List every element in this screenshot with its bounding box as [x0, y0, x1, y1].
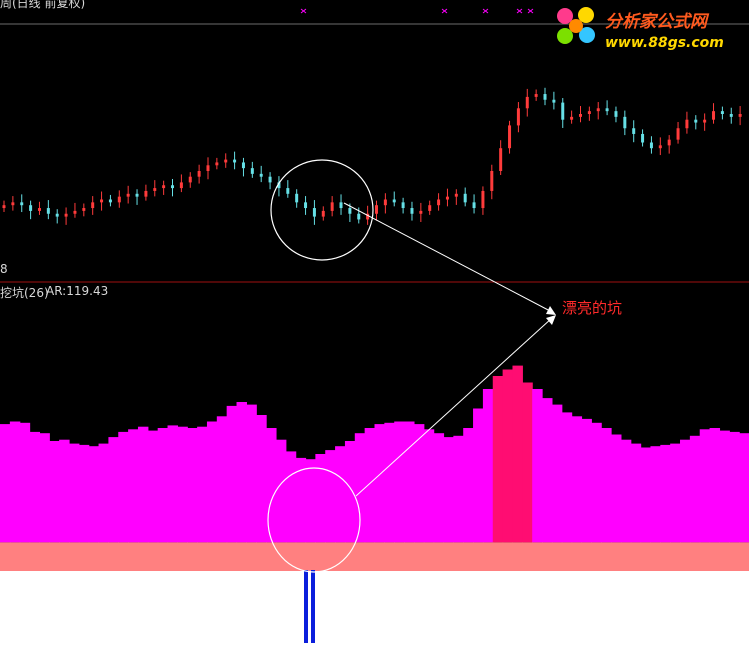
ar-bar: [561, 412, 573, 571]
indicator-value: AR:119.43: [46, 284, 109, 298]
ar-bar: [739, 433, 749, 571]
ar-bar: [443, 437, 454, 571]
ar-bar: [522, 382, 533, 571]
ar-bar: [88, 446, 100, 571]
ar-bar: [315, 454, 326, 571]
ar-bar: [0, 424, 11, 571]
ar-bar: [118, 431, 129, 571]
ar-bar: [108, 437, 119, 571]
ar-bar: [699, 429, 711, 571]
ar-bar: [68, 443, 80, 571]
ar-bar: [413, 424, 425, 571]
ar-bar: [177, 426, 188, 571]
ar-bar: [305, 459, 316, 571]
ar-bar: [285, 451, 297, 571]
ar-bar: [206, 421, 218, 571]
ar-bar: [512, 365, 523, 571]
ar-bar: [137, 426, 149, 571]
ar-bar: [325, 450, 336, 571]
ar-bar: [581, 418, 592, 571]
ar-bar: [482, 389, 494, 571]
ar-bar: [650, 446, 661, 571]
ar-bar: [660, 444, 671, 571]
price-axis-value: 8: [0, 262, 8, 276]
ar-bar: [689, 435, 701, 571]
ar-bar: [29, 431, 41, 571]
ar-bar: [394, 421, 405, 571]
ar-bar: [59, 439, 70, 571]
ar-bar: [571, 416, 583, 571]
ar-bar: [295, 457, 307, 571]
ar-bar: [463, 428, 474, 571]
ar-bar: [591, 422, 602, 571]
ar-bar: [719, 430, 730, 571]
ar-bar: [502, 369, 514, 571]
ar-bar: [374, 424, 385, 571]
signal-bar-left: [304, 570, 308, 643]
ar-bar: [630, 443, 642, 571]
ar-bar: [551, 404, 563, 571]
ar-bar: [167, 425, 178, 571]
indicator-base-band: [0, 571, 749, 647]
annotation-label: 漂亮的坑: [562, 299, 623, 317]
ar-bar: [39, 433, 50, 571]
ar-bar: [49, 441, 60, 571]
ar-bar: [492, 376, 504, 571]
ar-bar: [729, 431, 740, 571]
logo-title: 分析家公式网: [605, 12, 707, 32]
ar-bar: [187, 428, 198, 571]
ar-bar: [9, 421, 21, 571]
ar-bar: [709, 428, 721, 571]
ar-bar: [98, 443, 110, 571]
ar-bar: [423, 429, 435, 571]
ar-bar: [157, 428, 169, 571]
ar-bar: [216, 416, 228, 571]
ar-bar: [197, 426, 208, 571]
ar-bar: [19, 422, 31, 571]
ar-bar: [601, 428, 612, 571]
ar-bar: [680, 439, 691, 571]
ar-bar: [256, 415, 267, 571]
stock-chart: [0, 0, 749, 647]
ar-bar: [354, 433, 366, 571]
ar-bar: [620, 439, 632, 571]
indicator-name: 挖坑(26): [0, 286, 49, 300]
ar-bar: [532, 389, 543, 571]
ar-bar: [78, 444, 90, 571]
chart-title: 周(日线 前复权): [0, 0, 86, 10]
ar-bar: [236, 402, 247, 571]
ar-bar: [670, 443, 681, 571]
ar-bar: [611, 434, 622, 571]
ar-bar: [335, 446, 346, 571]
ar-bar: [640, 447, 652, 571]
ar-bar: [542, 398, 553, 571]
ar-bar: [473, 408, 484, 571]
ar-bar: [384, 422, 395, 571]
signal-bar-right: [311, 570, 315, 643]
ar-bar: [246, 404, 257, 571]
ar-bar: [433, 433, 445, 571]
ar-bar: [453, 435, 464, 571]
ar-bar: [364, 428, 376, 571]
logo-url: www.88gs.com: [605, 35, 724, 51]
ar-bar: [147, 430, 159, 571]
ar-bar: [226, 405, 238, 571]
ar-bar: [128, 429, 139, 571]
